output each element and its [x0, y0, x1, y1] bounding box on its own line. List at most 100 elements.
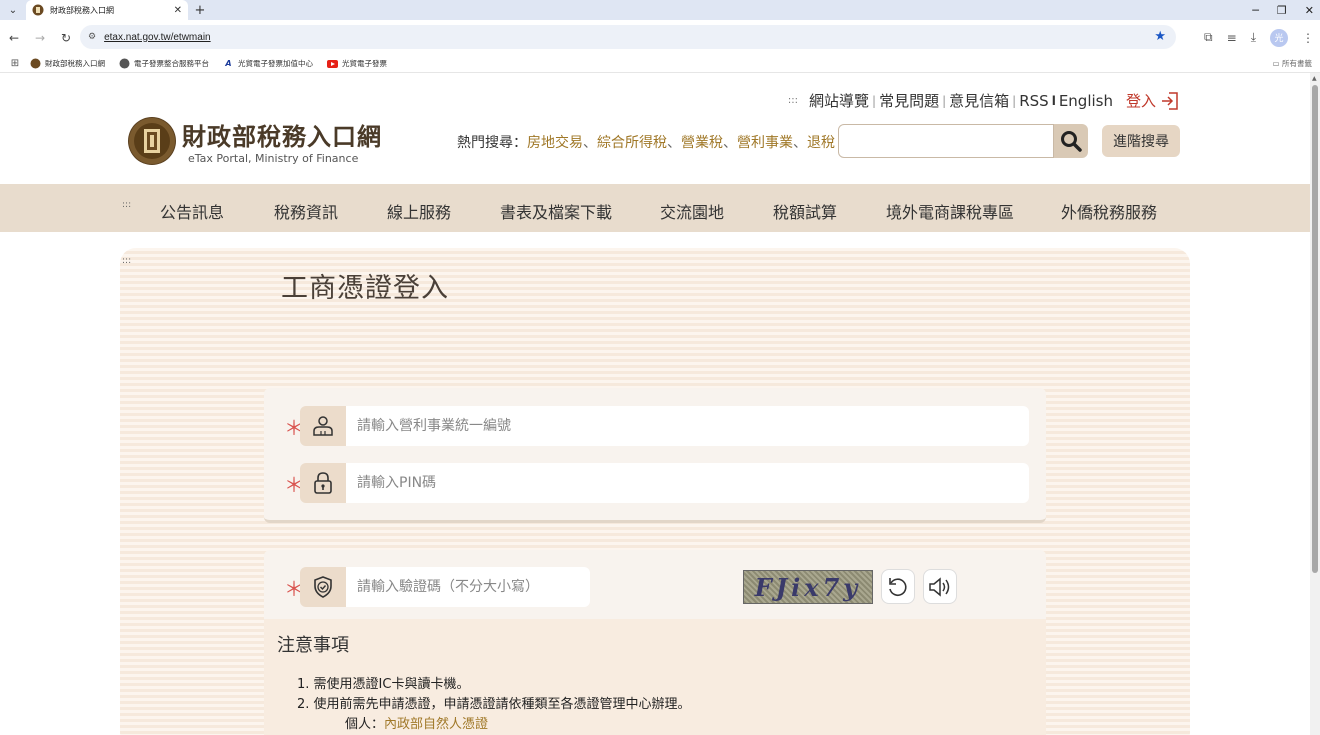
bookmark-emblem-icon	[119, 58, 130, 69]
ministry-emblem-icon	[128, 117, 176, 165]
tab-search-dropdown-icon[interactable]: ⌄	[0, 0, 26, 20]
page-scrollbar[interactable]: ▲	[1310, 73, 1320, 735]
hot-term[interactable]: 營業稅	[681, 135, 723, 151]
top-login-link[interactable]: 登入	[1126, 90, 1180, 111]
bookmark-emblem-icon	[30, 58, 41, 69]
moica-cert-link[interactable]: 內政部自然人憑證	[384, 717, 488, 732]
bookmark-star-icon[interactable]: ★	[1154, 29, 1166, 44]
pin-field: ＊	[284, 463, 1029, 503]
window-close-icon[interactable]: ✕	[1305, 4, 1314, 17]
scrollbar-thumb[interactable]	[1312, 85, 1318, 573]
nav-cross-border-ecommerce[interactable]: 境外電商課稅專區	[886, 199, 1014, 223]
hot-search: 熱門搜尋：房地交易、綜合所得稅、營業稅、營利事業、退稅	[457, 135, 835, 151]
extensions-icon[interactable]: ⧉	[1204, 30, 1213, 45]
menu-kebab-icon[interactable]: ⋮	[1302, 31, 1314, 45]
bookmark-item[interactable]: 財政部稅務入口網	[30, 58, 105, 69]
captcha-field: ＊	[284, 567, 590, 607]
required-mark: ＊	[284, 472, 304, 497]
audio-captcha-button[interactable]	[923, 569, 957, 604]
page-title: 工商憑證登入	[281, 273, 449, 304]
apps-grid-icon[interactable]: ⊞	[0, 58, 30, 69]
accesskey-marker: :::	[122, 200, 132, 210]
bookmark-a-icon: A	[225, 59, 232, 68]
bookmark-item[interactable]: A 光貿電子發票加值中心	[223, 58, 313, 69]
hot-term[interactable]: 退稅	[807, 135, 835, 151]
notes-title: 注意事項	[277, 635, 349, 656]
link-faq[interactable]: 常見問題	[876, 90, 942, 111]
shield-check-icon	[300, 567, 346, 607]
bookmark-item[interactable]: 光貿電子發票	[327, 58, 387, 69]
hot-search-label: 熱門搜尋：	[457, 135, 527, 151]
login-arrow-icon	[1162, 91, 1178, 110]
browser-toolbar: ← → ↻ ⚙ etax.nat.gov.tw/etwmain ★	[0, 20, 1320, 55]
lock-icon	[300, 463, 346, 503]
search-icon	[1061, 131, 1082, 152]
forward-icon[interactable]: →	[28, 31, 52, 45]
bookmark-item[interactable]: 電子發票整合服務平台	[119, 58, 209, 69]
bookmark-youtube-icon	[327, 58, 338, 69]
nav-tax-calculator[interactable]: 稅額試算	[773, 199, 837, 223]
link-sitemap[interactable]: 網站導覽	[806, 90, 872, 111]
required-mark: ＊	[284, 415, 304, 440]
nav-forms-downloads[interactable]: 書表及檔案下載	[500, 199, 612, 223]
tab-close-icon[interactable]: ✕	[174, 5, 182, 16]
link-rss[interactable]: RSS	[1016, 92, 1051, 110]
credential-card: ＊ ＊	[264, 388, 1046, 523]
refresh-icon	[889, 577, 907, 596]
back-icon[interactable]: ←	[2, 31, 26, 45]
business-id-input[interactable]	[346, 406, 1029, 446]
speaker-icon	[929, 576, 950, 597]
reading-list-icon[interactable]: ≡	[1227, 31, 1237, 45]
all-bookmarks[interactable]: ▭ 所有書籤	[1273, 58, 1312, 69]
site-settings-icon[interactable]: ⚙	[88, 32, 96, 42]
refresh-captcha-button[interactable]	[881, 569, 915, 604]
site-logo[interactable]: 財政部稅務入口網 eTax Portal, Ministry of Financ…	[128, 117, 382, 165]
note-item: 2. 使用前需先申請憑證，申請憑證請依種類至各憑證管理中心辦理。	[297, 697, 691, 712]
reload-icon[interactable]: ↻	[54, 31, 78, 45]
accesskey-marker: :::	[122, 256, 132, 266]
tab-favicon-icon	[32, 4, 44, 16]
browser-tab-bar: ⌄ 財政部稅務入口網 ✕ + ─ ❐ ✕	[0, 0, 1320, 20]
nav-community[interactable]: 交流園地	[660, 199, 724, 223]
profile-avatar[interactable]: 光	[1270, 28, 1288, 47]
minimize-icon[interactable]: ─	[1252, 4, 1259, 17]
bookmarks-bar: ⊞ 財政部稅務入口網 電子發票整合服務平台 A 光貿電子發票加值中心 光貿電子發…	[0, 55, 1320, 73]
window-controls: ─ ❐ ✕	[1252, 0, 1314, 20]
nav-foreigner-tax[interactable]: 外僑稅務服務	[1061, 199, 1157, 223]
nav-tax-info[interactable]: 稅務資訊	[274, 199, 338, 223]
url-text[interactable]: etax.nat.gov.tw/etwmain	[104, 32, 211, 43]
user-icon	[300, 406, 346, 446]
advanced-search-button[interactable]: 進階搜尋	[1102, 125, 1180, 157]
nav-online-services[interactable]: 線上服務	[387, 199, 451, 223]
address-bar[interactable]: ⚙ etax.nat.gov.tw/etwmain ★	[80, 25, 1176, 49]
link-feedback[interactable]: 意見信箱	[946, 90, 1012, 111]
tab-title: 財政部稅務入口網	[50, 5, 114, 15]
pin-input[interactable]	[346, 463, 1029, 503]
note-item: 個人：內政部自然人憑證	[345, 717, 489, 732]
site-search-input[interactable]	[838, 124, 1054, 158]
nav-announcements[interactable]: 公告訊息	[160, 199, 224, 223]
captcha-input[interactable]	[346, 567, 590, 607]
toolbar-right-actions: ⧉ ≡ ⤓ 光 ⋮	[1204, 20, 1314, 55]
hot-term[interactable]: 綜合所得稅	[597, 135, 667, 151]
captcha-image: FJix7y	[743, 570, 873, 604]
link-english[interactable]: English	[1056, 92, 1116, 110]
note-item: 1. 需使用憑證IC卡與讀卡機。	[297, 677, 470, 692]
logo-english: eTax Portal, Ministry of Finance	[188, 152, 359, 165]
business-id-field: ＊	[284, 406, 1029, 446]
download-icon[interactable]: ⤓	[1251, 30, 1256, 45]
scroll-up-icon[interactable]: ▲	[1312, 75, 1317, 82]
required-mark: ＊	[284, 576, 304, 601]
new-tab-button[interactable]: +	[188, 3, 212, 18]
hot-term[interactable]: 房地交易	[527, 135, 583, 151]
logo-chinese: 財政部稅務入口網	[182, 122, 382, 151]
notes-section: 注意事項 1. 需使用憑證IC卡與讀卡機。 2. 使用前需先申請憑證，申請憑證請…	[264, 619, 1046, 735]
restore-icon[interactable]: ❐	[1277, 4, 1287, 17]
hot-term[interactable]: 營利事業	[737, 135, 793, 151]
top-links: ::: 網站導覽 | 常見問題 | 意見信箱 | RSS l English 登入	[788, 90, 1180, 111]
search-button[interactable]	[1054, 124, 1088, 158]
browser-tab[interactable]: 財政部稅務入口網 ✕	[26, 0, 188, 20]
captcha-card: ＊ FJix7y	[264, 550, 1046, 626]
main-nav: ::: 公告訊息 稅務資訊 線上服務 書表及檔案下載 交流園地 稅額試算 境外電…	[0, 184, 1310, 232]
accesskey-marker: :::	[787, 95, 799, 106]
